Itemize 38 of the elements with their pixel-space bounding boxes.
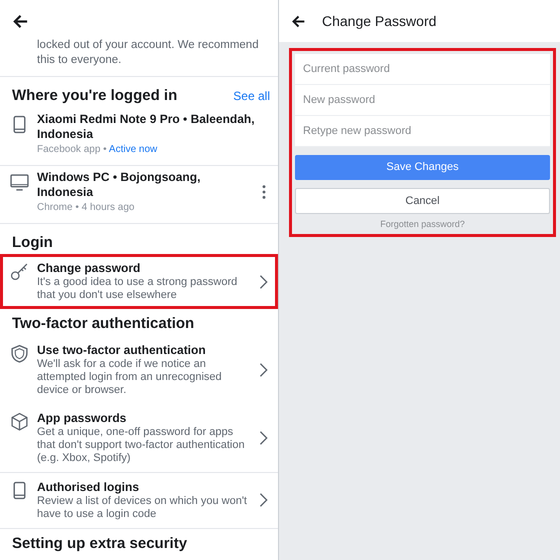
device-name: Windows PC • Bojongsoang, Indonesia xyxy=(37,170,202,200)
item-title: Authorised logins xyxy=(37,480,140,494)
description-text: locked out of your account. We recommend this to everyone. xyxy=(36,38,260,68)
item-description: Review a list of devices on which you won't have to use a login code xyxy=(37,494,248,520)
see-all-link[interactable]: See all xyxy=(233,87,270,106)
password-field[interactable]: Current password xyxy=(295,54,550,85)
separator-dot: • xyxy=(75,202,79,212)
password-field[interactable]: Retype new password xyxy=(295,116,550,147)
cancel-button[interactable]: Cancel xyxy=(295,188,550,214)
section-heading: Setting up extra security xyxy=(11,534,188,554)
separator-dot: • xyxy=(103,144,107,154)
back-arrow-icon[interactable] xyxy=(291,14,306,28)
section-heading: Where you're logged in xyxy=(11,86,178,106)
password-field[interactable]: New password xyxy=(295,85,550,116)
device-name: Xiaomi Redmi Note 9 Pro • Baleendah, Indonesia xyxy=(37,112,256,142)
monitor-icon xyxy=(10,172,29,192)
item-title: App passwords xyxy=(37,410,128,426)
settings-item[interactable]: App passwords Get a unique, one-off password for apps that don't support two-factor authentication (e.g. Xbox, Spotify) xyxy=(0,404,278,472)
page-title: Change Password xyxy=(322,12,436,31)
item-title: Change password xyxy=(37,261,142,276)
session-status: Active now xyxy=(108,144,158,154)
session-status: 4 hours ago xyxy=(82,202,134,212)
key-icon xyxy=(10,262,29,281)
save-changes-button[interactable]: Save Changes xyxy=(295,155,550,180)
cube-icon xyxy=(10,412,29,430)
item-description: Get a unique, one-off password for apps that don't support two-factor authentication (e.g. Xbox, Spotify) xyxy=(37,426,246,464)
app-name: Chrome xyxy=(37,202,73,212)
settings-item[interactable]: Change password It's a good idea to use a strong password that you don't use elsewhere xyxy=(0,254,278,309)
settings-item[interactable]: Use two-factor authentication We'll ask for a code if we notice an attempted login from an unrecognised device or browser. xyxy=(0,336,278,404)
app-name: Facebook app xyxy=(37,144,100,154)
section-heading: Two-factor authentication xyxy=(11,314,196,334)
item-description: We'll ask for a code if we notice an attempted login from an unrecognised device or browser. xyxy=(37,358,223,396)
item-title: Use two-factor authentication xyxy=(37,342,207,358)
settings-item[interactable]: Authorised logins Review a list of devices on which you won't have to use a login code xyxy=(0,472,278,528)
shield-icon xyxy=(10,344,29,362)
back-arrow-icon[interactable] xyxy=(12,12,29,30)
item-description: It's a good idea to use a strong password that you don't use elsewhere xyxy=(37,276,238,302)
section-heading: Login xyxy=(11,232,54,252)
